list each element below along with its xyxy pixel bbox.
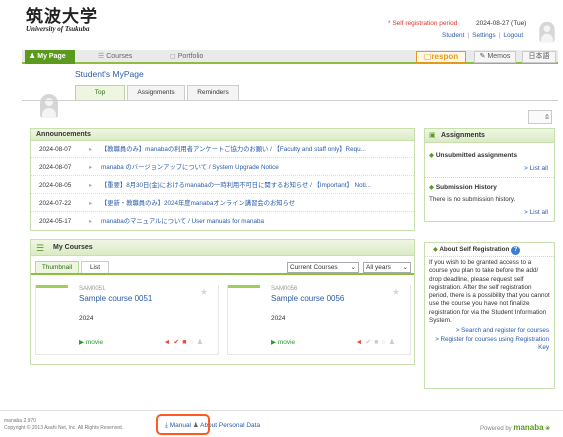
movie-link[interactable]: ▶ movie bbox=[79, 338, 103, 346]
news-icon[interactable]: ◄ bbox=[355, 339, 365, 346]
help-icon[interactable]: ? bbox=[511, 246, 521, 255]
highlight-circle bbox=[156, 414, 210, 435]
speaker-icon: ▸ bbox=[89, 200, 93, 207]
star-icon[interactable]: ★ bbox=[200, 287, 208, 298]
language-button[interactable]: 日本語 bbox=[522, 51, 556, 63]
announcement-row[interactable]: 2024-08-05 ▸ 【重要】8月30日(金)におけるmanabaの一時利用不可… bbox=[31, 177, 414, 194]
chevron-down-icon: ⌄ bbox=[402, 264, 408, 271]
user-avatar[interactable] bbox=[539, 21, 555, 43]
play-icon: ▶ bbox=[271, 339, 276, 346]
search-register-link[interactable]: > Search and register for courses bbox=[425, 327, 554, 335]
chevron-down-icon: ⌄ bbox=[350, 264, 356, 271]
courses-icon: ☰ bbox=[36, 243, 45, 253]
student-link[interactable]: Student bbox=[442, 32, 464, 39]
chevron-right-icon: > bbox=[523, 165, 528, 172]
copyright: manaba 2.970 Copyright © 2013 Asahi Net, … bbox=[4, 418, 124, 431]
main-nav: ♟ My Page ☰ Courses ◻ Portfolio ▢respon … bbox=[22, 50, 558, 64]
my-courses-panel: ☰ My Courses Thumbnail List Current Cours… bbox=[30, 239, 415, 365]
footer-divider bbox=[0, 410, 563, 411]
no-history-text: There is no submission history. bbox=[429, 196, 516, 203]
top-links: Student | Settings | Logout bbox=[442, 32, 524, 39]
list-all-history-link[interactable]: > List all bbox=[524, 209, 548, 216]
course-card[interactable]: SAM0051 Sample course 0051 ★ 2024 ▶ movi… bbox=[35, 285, 219, 355]
self-registration-text: If you wish to be granted access to a co… bbox=[429, 259, 550, 325]
leaf-icon: ❀ bbox=[545, 426, 551, 432]
course-status-icons: ◄✔■○♟ bbox=[355, 338, 398, 346]
announcements-title: Announcements bbox=[31, 129, 414, 141]
logout-link[interactable]: Logout bbox=[503, 32, 523, 39]
self-registration-panel: ◆ About Self Registration ? If you wish … bbox=[424, 242, 555, 389]
powered-by: Powered by manaba ❀ bbox=[480, 423, 551, 432]
announcement-row[interactable]: 2024-08-07 ▸ 【教職員のみ】manabaの利用者アンケートご協力のお願い… bbox=[31, 141, 414, 158]
tab-reminders[interactable]: Reminders bbox=[187, 85, 239, 100]
divider bbox=[425, 177, 554, 178]
memos-button[interactable]: ✎ Memos bbox=[474, 51, 516, 63]
reminder-icon[interactable]: ○ bbox=[189, 339, 196, 346]
courses-icon: ☰ bbox=[98, 53, 105, 60]
divider bbox=[22, 100, 558, 101]
logo-en: University of Tsukuba bbox=[26, 25, 90, 33]
person-icon[interactable]: ♟ bbox=[197, 339, 206, 346]
logo-jp: 筑波大学 bbox=[26, 7, 98, 26]
course-name-link[interactable]: Sample course 0056 bbox=[271, 294, 344, 303]
chevron-right-icon: > bbox=[523, 209, 528, 216]
memo-icon: ✎ bbox=[479, 53, 486, 60]
page-title: Student's MyPage bbox=[75, 69, 144, 79]
nav-mypage-tab[interactable]: ♟ My Page bbox=[25, 50, 75, 64]
assignment-icon: ▣ bbox=[429, 132, 436, 139]
course-status-icons: ◄✔■○♟ bbox=[163, 338, 206, 346]
speaker-icon: ▸ bbox=[89, 218, 93, 225]
course-name-link[interactable]: Sample course 0051 bbox=[79, 294, 152, 303]
movie-link[interactable]: ▶ movie bbox=[271, 338, 295, 346]
announcements-panel: Announcements 2024-08-07 ▸ 【教職員のみ】manabaの利… bbox=[30, 128, 415, 231]
announcement-row[interactable]: 2024-07-22 ▸ 【更新・教職員のみ】2024年度manabaオンライン講習… bbox=[31, 195, 414, 212]
assignments-header: ▣ Assignments bbox=[425, 129, 554, 143]
assignment-icon[interactable]: ✔ bbox=[173, 339, 182, 346]
person-icon[interactable]: ♟ bbox=[389, 339, 398, 346]
self-registration-title: ◆ About Self Registration ? bbox=[425, 243, 554, 257]
course-filter-select[interactable]: Current Courses ⌄ bbox=[287, 262, 359, 273]
portfolio-icon: ◻ bbox=[170, 53, 176, 60]
tab-underline bbox=[31, 273, 414, 275]
assignments-panel: ▣ Assignments ◆ Unsubmitted assignments >… bbox=[424, 128, 555, 222]
star-icon[interactable]: ★ bbox=[392, 287, 400, 298]
list-all-link[interactable]: > List all bbox=[524, 165, 548, 172]
mypage-avatar bbox=[40, 94, 58, 118]
speaker-icon: ▸ bbox=[89, 164, 93, 171]
unsubmitted-heading: ◆ Unsubmitted assignments bbox=[429, 152, 518, 159]
tab-assignments[interactable]: Assignments bbox=[127, 85, 185, 100]
tab-top[interactable]: Top bbox=[75, 85, 125, 100]
announcement-row[interactable]: 2024-05-17 ▸ manabaのマニュアルについて / User manua… bbox=[31, 213, 414, 230]
current-date: 2024-08-27 (Tue) bbox=[476, 20, 527, 27]
year-select[interactable]: All years ⌄ bbox=[363, 262, 411, 273]
speaker-icon: ▸ bbox=[89, 146, 93, 153]
manaba-logo: manaba bbox=[513, 423, 544, 432]
tab-thumbnail[interactable]: Thumbnail bbox=[35, 261, 79, 273]
announcement-row[interactable]: 2024-08-07 ▸ manaba のバージョンアップについて / System… bbox=[31, 159, 414, 176]
settings-link[interactable]: Settings bbox=[472, 32, 496, 39]
assignment-icon[interactable]: ✔ bbox=[365, 339, 374, 346]
nav-portfolio-tab[interactable]: ◻ Portfolio bbox=[166, 51, 203, 63]
registration-key-link[interactable]: > Register for courses using Registratio… bbox=[425, 336, 554, 353]
reminder-icon[interactable]: ○ bbox=[381, 339, 388, 346]
respon-button[interactable]: ▢respon bbox=[416, 51, 466, 63]
news-icon[interactable]: ◄ bbox=[163, 339, 173, 346]
printer-icon: ⎙ bbox=[544, 114, 549, 120]
tab-list[interactable]: List bbox=[81, 261, 109, 273]
my-courses-header: ☰ My Courses bbox=[31, 240, 414, 256]
university-logo[interactable]: 筑波大学 University of Tsukuba bbox=[26, 8, 98, 33]
course-card[interactable]: SAM0056 Sample course 0056 ★ 2024 ▶ movi… bbox=[227, 285, 411, 355]
print-button[interactable]: ⎙ bbox=[528, 110, 552, 124]
self-registration-notice[interactable]: * Self registration period bbox=[388, 20, 457, 27]
user-icon: ♟ bbox=[29, 53, 36, 60]
nav-courses-tab[interactable]: ☰ Courses bbox=[94, 51, 132, 63]
speaker-icon: ▸ bbox=[89, 182, 93, 189]
submission-history-heading: ◆ Submission History bbox=[429, 184, 497, 191]
play-icon: ▶ bbox=[79, 339, 84, 346]
